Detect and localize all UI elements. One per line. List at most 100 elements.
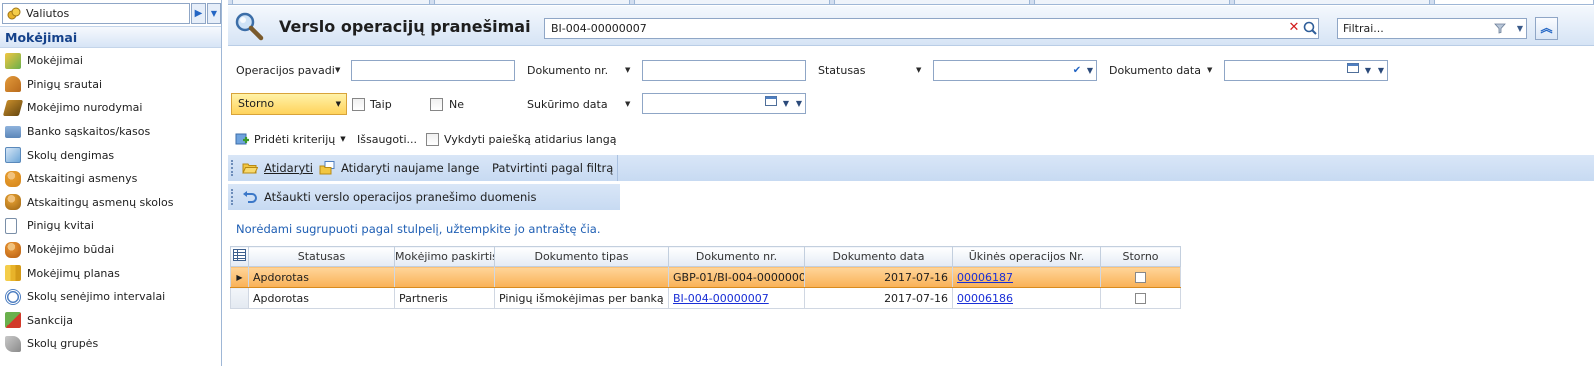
add-criteria-icon: [235, 133, 249, 145]
column-header-payment-purpose[interactable]: Mokėjimo paskirtis: [394, 246, 495, 267]
document-search-input[interactable]: BI-004-00000007: [544, 18, 1319, 39]
sidebar-item-debt-aging[interactable]: Skolų senėjimo intervalai: [0, 285, 221, 309]
collapse-panel-button[interactable]: ︽: [1535, 17, 1558, 40]
cell-document-no[interactable]: BI-004-00000007: [668, 287, 805, 309]
calendar-icon[interactable]: [764, 95, 778, 112]
storno-no-checkbox[interactable]: [430, 98, 443, 111]
sidebar-item-sanction[interactable]: Sankcija: [0, 309, 221, 333]
storno-checkbox[interactable]: [1135, 272, 1146, 283]
column-header-operation-no[interactable]: Ūkinės operacijos Nr.: [952, 246, 1101, 267]
row-indicator[interactable]: [230, 287, 249, 309]
tab[interactable]: [434, 0, 630, 4]
filter-funnel-icon[interactable]: [1494, 22, 1506, 34]
play-arrow-icon[interactable]: ▶: [191, 3, 206, 24]
cell-status[interactable]: Apdorotas: [248, 287, 395, 309]
column-header-document-no[interactable]: Dokumento nr.: [668, 246, 805, 267]
navigation-sidebar: Valiutos ▶ ▼ Mokėjimai Mokėjimai Pinigų …: [0, 0, 222, 366]
cell-operation-no[interactable]: 00006186: [952, 287, 1101, 309]
sidebar-item-debt-covering[interactable]: Skolų dengimas: [0, 143, 221, 167]
operation-name-chevron-icon[interactable]: ▼: [335, 66, 340, 74]
doc-no-chevron-icon[interactable]: ▼: [625, 66, 630, 74]
page-header: Verslo operacijų pranešimai BI-004-00000…: [228, 6, 1594, 46]
cell-document-date[interactable]: 2017-07-16: [804, 266, 953, 288]
created-date-chevron-icon[interactable]: ▼: [625, 100, 630, 108]
toolbar-grip[interactable]: [231, 160, 233, 176]
toolbar-grip[interactable]: [231, 189, 233, 205]
search-icon[interactable]: [1302, 19, 1319, 38]
cell-status[interactable]: Apdorotas: [248, 266, 395, 288]
status-select[interactable]: ✔ ▼: [933, 60, 1097, 81]
open-new-window-button[interactable]: Atidaryti naujame lange: [319, 159, 479, 177]
column-header-status[interactable]: Statusas: [248, 246, 395, 267]
sidebar-item-payment-orders[interactable]: Mokėjimo nurodymai: [0, 96, 221, 120]
sidebar-item-payment-plan[interactable]: Mokėjimų planas: [0, 261, 221, 285]
column-chooser-button[interactable]: [230, 246, 249, 267]
tab[interactable]: [1034, 0, 1230, 4]
save-criteria-button[interactable]: Išsaugoti...: [357, 133, 417, 146]
storno-criteria-selector[interactable]: Storno ▼: [231, 93, 347, 115]
cell-payment-purpose[interactable]: Partneris: [394, 287, 495, 309]
operation-no-link[interactable]: 00006186: [957, 292, 1013, 305]
checkmark-icon[interactable]: ✔: [1070, 62, 1084, 79]
tab-active[interactable]: [1434, 0, 1594, 4]
cell-document-type[interactable]: [494, 266, 669, 288]
chevron-down-icon[interactable]: ▼: [336, 94, 341, 114]
sidebar-item-accountable-debts[interactable]: Atskaitingų asmenų skolos: [0, 191, 221, 215]
sidebar-item-debt-groups[interactable]: Skolų grupės: [0, 332, 221, 356]
sidebar-item-bank-accounts[interactable]: Banko sąskaitos/kasos: [0, 120, 221, 144]
chevron-down-icon[interactable]: ▼: [207, 3, 221, 24]
chevron-down-icon[interactable]: ▼: [1517, 19, 1523, 38]
chevron-down-icon[interactable]: ▼: [1374, 62, 1388, 79]
cell-storno[interactable]: [1100, 287, 1181, 309]
doc-date-input[interactable]: ▼ ▼: [1224, 60, 1388, 81]
operation-name-input[interactable]: [351, 60, 515, 81]
cell-document-no[interactable]: GBP-01/BI-004-00000007: [668, 266, 805, 288]
tab[interactable]: [634, 0, 830, 4]
clear-search-icon[interactable]: ✕: [1287, 20, 1301, 36]
cell-storno[interactable]: [1100, 266, 1181, 288]
sidebar-item-payments[interactable]: Mokėjimai: [0, 49, 221, 73]
add-criteria-button[interactable]: Pridėti kriterijų ▼: [235, 132, 346, 146]
operation-no-link[interactable]: 00006187: [957, 271, 1013, 284]
secondary-toolbar: Atšaukti verslo operacijos pranešimo duo…: [228, 184, 620, 210]
calendar-icon[interactable]: [1346, 62, 1360, 79]
cell-operation-no[interactable]: 00006187: [952, 266, 1101, 288]
tab[interactable]: [1234, 0, 1430, 4]
open-button[interactable]: Atidaryti: [242, 159, 313, 177]
table-row[interactable]: Apdorotas Partneris Pinigų išmokėjimas p…: [230, 287, 1181, 309]
tab[interactable]: [834, 0, 1030, 4]
column-header-storno[interactable]: Storno: [1100, 246, 1181, 267]
chevron-down-icon[interactable]: ▼: [1083, 62, 1097, 79]
column-header-document-type[interactable]: Dokumento tipas: [494, 246, 669, 267]
cell-document-type[interactable]: Pinigų išmokėjimas per banką: [494, 287, 669, 309]
doc-no-input[interactable]: [642, 60, 806, 81]
confirm-by-filter-button[interactable]: Patvirtinti pagal filtrą: [492, 159, 613, 177]
chevron-down-icon[interactable]: ▼: [1361, 62, 1375, 79]
column-header-document-date[interactable]: Dokumento data: [804, 246, 953, 267]
module-selector-field[interactable]: Valiutos: [2, 3, 190, 24]
storno-checkbox[interactable]: [1135, 293, 1146, 304]
sidebar-item-payment-methods[interactable]: Mokėjimo būdai: [0, 238, 221, 262]
sidebar-item-cash-receipts[interactable]: Pinigų kvitai: [0, 214, 221, 238]
sidebar-item-accountable-persons[interactable]: Atskaitingi asmenys: [0, 167, 221, 191]
status-chevron-icon[interactable]: ▼: [916, 66, 921, 74]
filters-combo[interactable]: Filtrai... ▼: [1337, 18, 1527, 39]
sidebar-item-cash-flow[interactable]: Pinigų srautai: [0, 73, 221, 97]
cell-payment-purpose[interactable]: [394, 266, 495, 288]
module-selector-value: Valiutos: [26, 7, 70, 20]
table-row[interactable]: ▶ Apdorotas GBP-01/BI-004-00000007 2017-…: [230, 266, 1181, 288]
chevron-down-icon[interactable]: ▼: [792, 95, 806, 112]
sidebar-group-header[interactable]: Mokėjimai: [0, 26, 221, 48]
created-date-input[interactable]: ▼ ▼: [642, 93, 806, 114]
tab[interactable]: [232, 0, 430, 4]
revoke-button[interactable]: Atšaukti verslo operacijos pranešimo duo…: [242, 188, 537, 206]
sanction-icon: [5, 312, 21, 329]
chevron-down-icon[interactable]: ▼: [779, 95, 793, 112]
document-no-link[interactable]: BI-004-00000007: [673, 292, 769, 305]
cell-document-date[interactable]: 2017-07-16: [804, 287, 953, 309]
storno-yes-checkbox[interactable]: [352, 98, 365, 111]
search-on-open-checkbox[interactable]: [426, 133, 439, 146]
row-indicator-icon[interactable]: ▶: [230, 266, 249, 288]
doc-date-chevron-icon[interactable]: ▼: [1207, 66, 1212, 74]
module-selector[interactable]: Valiutos ▶ ▼: [0, 3, 222, 24]
